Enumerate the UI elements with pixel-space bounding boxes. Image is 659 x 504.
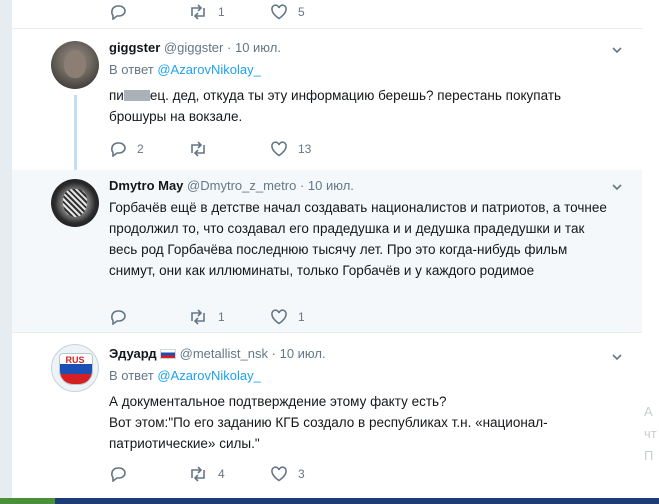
separator-dot: · bbox=[299, 178, 305, 193]
author-handle[interactable]: @metallist_nsk bbox=[180, 346, 268, 361]
heart-icon bbox=[271, 466, 287, 482]
chevron-down-icon[interactable] bbox=[612, 182, 622, 192]
os-taskbar bbox=[0, 498, 659, 504]
reply-action[interactable] bbox=[109, 3, 137, 21]
tweet-header: Dmytro May @Dmytro_z_metro · 10 июл. bbox=[109, 177, 612, 195]
heart-icon bbox=[271, 4, 287, 20]
tweet-text-line: Вот этом:"По его заданию КГБ создало в р… bbox=[109, 415, 548, 451]
like-action[interactable]: 3 bbox=[270, 465, 305, 483]
reply-icon bbox=[111, 467, 126, 482]
timestamp[interactable]: 10 июл. bbox=[280, 346, 326, 361]
redaction-mark bbox=[123, 90, 150, 101]
avatar[interactable] bbox=[51, 179, 99, 227]
tweet-dmytro-may[interactable]: Dmytro May @Dmytro_z_metro · 10 июл. Гор… bbox=[12, 170, 642, 333]
author-name[interactable]: Эдуард bbox=[109, 346, 157, 361]
thread-line bbox=[74, 95, 77, 170]
ghost-text: чт bbox=[644, 426, 657, 441]
chevron-down-icon[interactable] bbox=[612, 352, 622, 362]
reply-icon bbox=[111, 5, 126, 20]
adjacent-panel-edge: А чт П bbox=[642, 0, 659, 504]
reply-action[interactable]: 2 bbox=[109, 140, 144, 158]
retweet-action[interactable]: 1 bbox=[188, 308, 225, 326]
retweet-icon bbox=[191, 309, 205, 325]
retweet-icon bbox=[191, 4, 205, 20]
like-count: 13 bbox=[298, 142, 312, 156]
reply-icon bbox=[111, 310, 126, 325]
reply-to-link[interactable]: @AzarovNikolay_ bbox=[157, 62, 261, 77]
previous-tweet-footer: 1 5 bbox=[12, 0, 642, 29]
tweet-giggster[interactable]: giggster @giggster · 10 июл. В ответ @Az… bbox=[12, 28, 642, 171]
reply-context: В ответ @AzarovNikolay_ bbox=[109, 61, 612, 79]
author-handle[interactable]: @giggster bbox=[164, 40, 223, 55]
timestamp[interactable]: 10 июл. bbox=[308, 178, 354, 193]
avatar-label: RUS bbox=[65, 355, 85, 365]
retweet-count: 4 bbox=[218, 467, 225, 481]
timeline: 1 5 giggster @giggster · 10 июл. В ответ… bbox=[12, 0, 642, 504]
reply-prefix: В ответ bbox=[109, 368, 154, 383]
tweet-header: Эдуард @metallist_nsk · 10 июл. bbox=[109, 345, 612, 363]
tweet-text: Горбачёв ещё в детстве начал создавать н… bbox=[109, 200, 607, 278]
reply-action[interactable] bbox=[109, 308, 137, 326]
start-button[interactable] bbox=[0, 498, 55, 504]
retweet-action[interactable] bbox=[188, 140, 218, 158]
separator-dot: · bbox=[271, 346, 276, 361]
reply-prefix: В ответ bbox=[109, 62, 154, 77]
retweet-icon bbox=[191, 141, 205, 157]
like-action[interactable]: 5 bbox=[270, 3, 305, 21]
retweet-action[interactable]: 4 bbox=[188, 465, 225, 483]
tweet-eduard[interactable]: RUS Эдуард @metallist_nsk · 10 июл. В отв… bbox=[12, 332, 642, 504]
like-action[interactable]: 13 bbox=[270, 140, 311, 158]
timestamp[interactable]: 10 июл. bbox=[235, 40, 281, 55]
chevron-down-icon[interactable] bbox=[612, 45, 622, 55]
tweet-text-start: пи bbox=[109, 88, 124, 103]
reply-icon bbox=[111, 142, 126, 157]
russia-flag-icon bbox=[159, 349, 176, 359]
heart-icon bbox=[271, 309, 287, 325]
ghost-text: П bbox=[644, 448, 654, 463]
tweet-text: пи ец. дед, откуда ты эту информацию бере… bbox=[109, 85, 612, 127]
like-count: 5 bbox=[298, 5, 305, 19]
avatar[interactable] bbox=[51, 41, 99, 89]
retweet-icon bbox=[191, 466, 205, 482]
reply-action[interactable] bbox=[109, 465, 137, 483]
separator-dot: · bbox=[227, 40, 232, 55]
avatar[interactable]: RUS bbox=[51, 344, 99, 392]
tweet-text: А документальное подтверждение этому фак… bbox=[109, 391, 612, 454]
retweet-count: 1 bbox=[218, 5, 225, 19]
like-count: 1 bbox=[298, 310, 305, 324]
retweet-action[interactable]: 1 bbox=[188, 3, 225, 21]
heart-icon bbox=[271, 141, 287, 157]
reply-count: 2 bbox=[137, 142, 144, 156]
retweet-count: 1 bbox=[218, 310, 225, 324]
author-handle[interactable]: @Dmytro_z_metro bbox=[187, 178, 296, 193]
author-name[interactable]: giggster bbox=[109, 40, 160, 55]
reply-to-link[interactable]: @AzarovNikolay_ bbox=[157, 368, 261, 383]
author-name[interactable]: Dmytro May bbox=[109, 178, 183, 193]
like-action[interactable]: 1 bbox=[270, 308, 305, 326]
reply-context: В ответ @AzarovNikolay_ bbox=[109, 367, 612, 385]
tweet-header: giggster @giggster · 10 июл. bbox=[109, 39, 612, 57]
tweet-text-line: А документальное подтверждение этому фак… bbox=[109, 394, 447, 409]
tweet-text-end: ец. дед, откуда ты эту информацию берешь… bbox=[109, 88, 562, 124]
like-count: 3 bbox=[298, 467, 305, 481]
ghost-text: А bbox=[644, 404, 653, 419]
